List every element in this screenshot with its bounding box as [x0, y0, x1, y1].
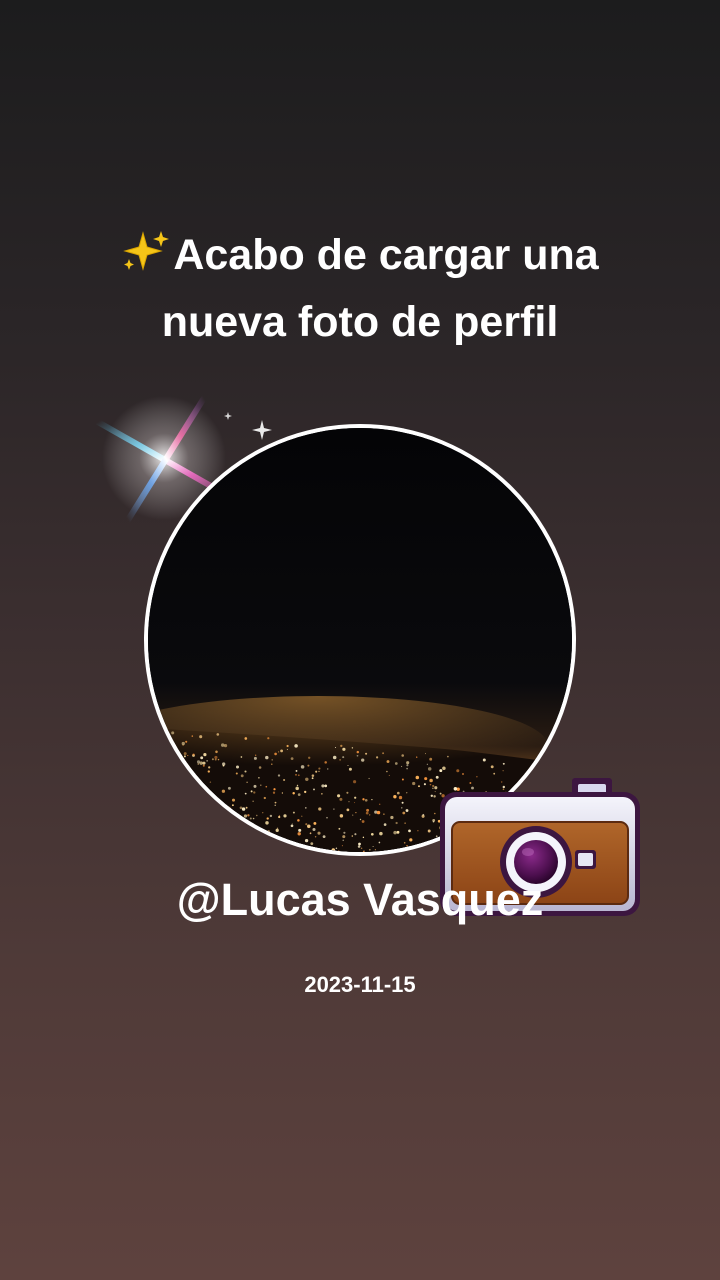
sparkles-icon	[121, 229, 171, 273]
headline: Acabo de cargar una nueva foto de perfil	[40, 222, 680, 356]
username[interactable]: @Lucas Vasquez	[0, 870, 720, 930]
headline-line-1: Acabo de cargar una	[40, 222, 680, 289]
post-date: 2023-11-15	[304, 972, 416, 997]
headline-line-2: nueva foto de perfil	[161, 298, 559, 346]
headline-text-1: Acabo de cargar una	[173, 231, 599, 279]
